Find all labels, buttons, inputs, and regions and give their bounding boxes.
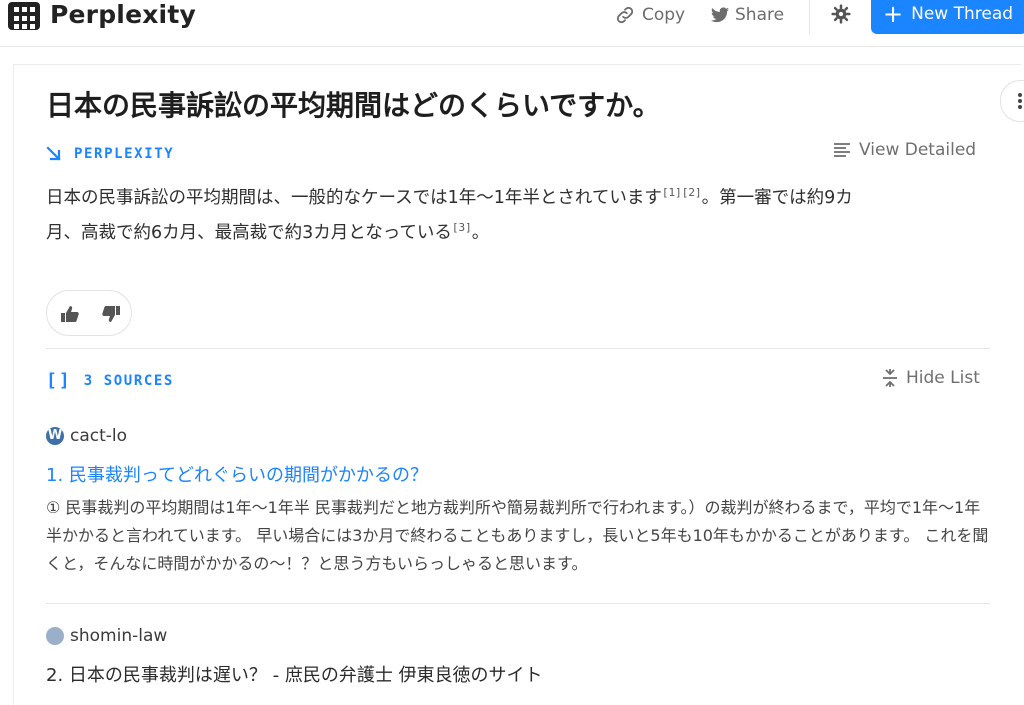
thumbs-up-icon[interactable] [60, 305, 80, 323]
answer-text-part: 日本の民事訴訟の平均期間は、一般的なケースでは1年〜1年半とされています [46, 188, 662, 208]
globe-icon [46, 627, 64, 645]
divider [809, 0, 810, 34]
source-site-2[interactable]: shomin-law [46, 626, 167, 646]
answer-text-part: 。第一審では約9カ [701, 188, 853, 208]
source-site-1[interactable]: W cact-lo [46, 426, 127, 446]
top-bar: Perplexity Copy Share + New Thread [0, 0, 1024, 47]
view-detailed-button[interactable]: View Detailed [833, 140, 976, 160]
perplexity-answer-label: PERPLEXITY [46, 146, 174, 162]
new-thread-button[interactable]: + New Thread [871, 0, 1024, 34]
answer-text-part: 。 [471, 223, 490, 243]
source-title-2[interactable]: 2. 日本の民事裁判は遅い？ - 庶民の弁護士 伊東良徳のサイト [46, 661, 543, 687]
sources-label: [] 3 SOURCES [46, 370, 174, 391]
vertical-dots-icon [1018, 93, 1022, 111]
brand-name[interactable]: Perplexity [50, 0, 196, 29]
collapse-icon [883, 369, 897, 387]
citation-2[interactable]: [2] [682, 186, 702, 199]
share-label: Share [735, 5, 785, 25]
arrow-down-right-icon [46, 146, 61, 161]
twitter-icon [711, 7, 729, 23]
wordpress-icon: W [46, 427, 64, 445]
divider [46, 603, 990, 604]
answer-text: 日本の民事訴訟の平均期間は、一般的なケースでは1年〜1年半とされています[1][… [46, 178, 986, 248]
feedback-group [46, 290, 132, 336]
sources-label-text: 3 SOURCES [83, 372, 174, 389]
source-site-name: shomin-law [70, 626, 168, 646]
citation-1[interactable]: [1] [662, 186, 682, 199]
thumbs-down-icon[interactable] [101, 305, 121, 323]
source-snippet-1: ① 民事裁判の平均期間は1年〜1年半 民事裁判だと地方裁判所や簡易裁判所で行われ… [46, 498, 989, 573]
copy-button[interactable]: Copy [614, 2, 685, 28]
brackets-icon: [] [46, 370, 72, 391]
perplexity-logo-icon[interactable] [8, 2, 40, 30]
answer-label-text: PERPLEXITY [74, 146, 175, 162]
plus-icon: + [883, 0, 904, 28]
hide-list-button[interactable]: Hide List [882, 368, 980, 388]
copy-label: Copy [642, 5, 686, 25]
settings-gear-icon[interactable] [831, 4, 851, 24]
new-thread-label: New Thread [911, 4, 1014, 24]
source-site-name: cact-lo [70, 426, 128, 446]
share-button[interactable]: Share [711, 2, 784, 28]
list-icon [834, 143, 850, 157]
link-icon [616, 6, 634, 24]
citation-3[interactable]: [3] [452, 221, 472, 234]
question-title: 日本の民事訴訟の平均期間はどのくらいですか。 [46, 89, 661, 122]
divider [46, 348, 990, 349]
view-detailed-label: View Detailed [859, 140, 977, 160]
source-title-1[interactable]: 1. 民事裁判ってどれぐらいの期間がかかるの？ [46, 461, 428, 487]
hide-list-label: Hide List [906, 368, 980, 388]
answer-text-part: 月、高裁で約6カ月、最高裁で約3カ月となっている [46, 223, 452, 243]
